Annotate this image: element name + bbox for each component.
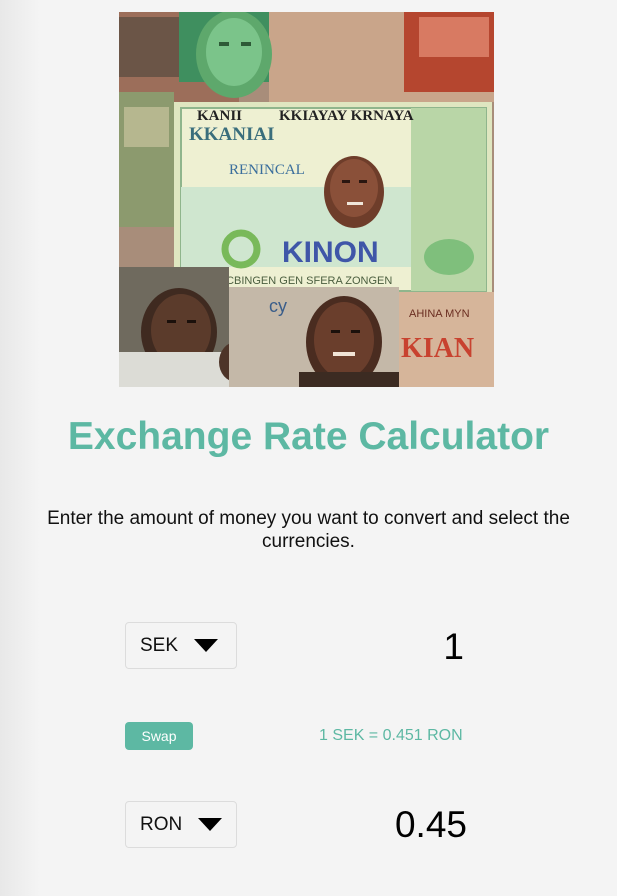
to-amount-input[interactable]: 0.45 [395, 803, 467, 847]
to-currency-code: RON [140, 813, 183, 835]
svg-text:KKIAYAY KRNAYA: KKIAYAY KRNAYA [279, 108, 414, 124]
instructions-text: Enter the amount of money you want to co… [47, 508, 570, 552]
page-title: Exchange Rate Calculator [67, 415, 550, 458]
from-currency-code: SEK [140, 634, 179, 656]
chevron-down-icon [194, 639, 219, 652]
svg-text:AHINA MYN: AHINA MYN [409, 308, 470, 320]
to-currency-select[interactable]: RON [125, 801, 237, 848]
swap-button[interactable]: Swap [125, 722, 193, 750]
exchange-rate-text: 1 SEK = 0.451 RON [319, 727, 463, 744]
svg-text:KIAN: KIAN [401, 333, 474, 364]
page: KANII KKIAYAY KRNAYA KKANIAI RENINCAL KI… [0, 0, 617, 896]
svg-text:KKANIAI: KKANIAI [189, 124, 275, 145]
svg-text:cy: cy [269, 296, 287, 316]
svg-text:KINON: KINON [282, 236, 379, 269]
from-amount-input[interactable]: 1 [443, 625, 464, 669]
from-currency-select[interactable]: SEK [125, 622, 237, 669]
banknotes-collage-image: KANII KKIAYAY KRNAYA KKANIAI RENINCAL KI… [119, 12, 494, 387]
svg-text:RENINCAL: RENINCAL [229, 162, 305, 178]
chevron-down-icon [198, 818, 223, 831]
svg-text:KANII: KANII [197, 108, 242, 124]
